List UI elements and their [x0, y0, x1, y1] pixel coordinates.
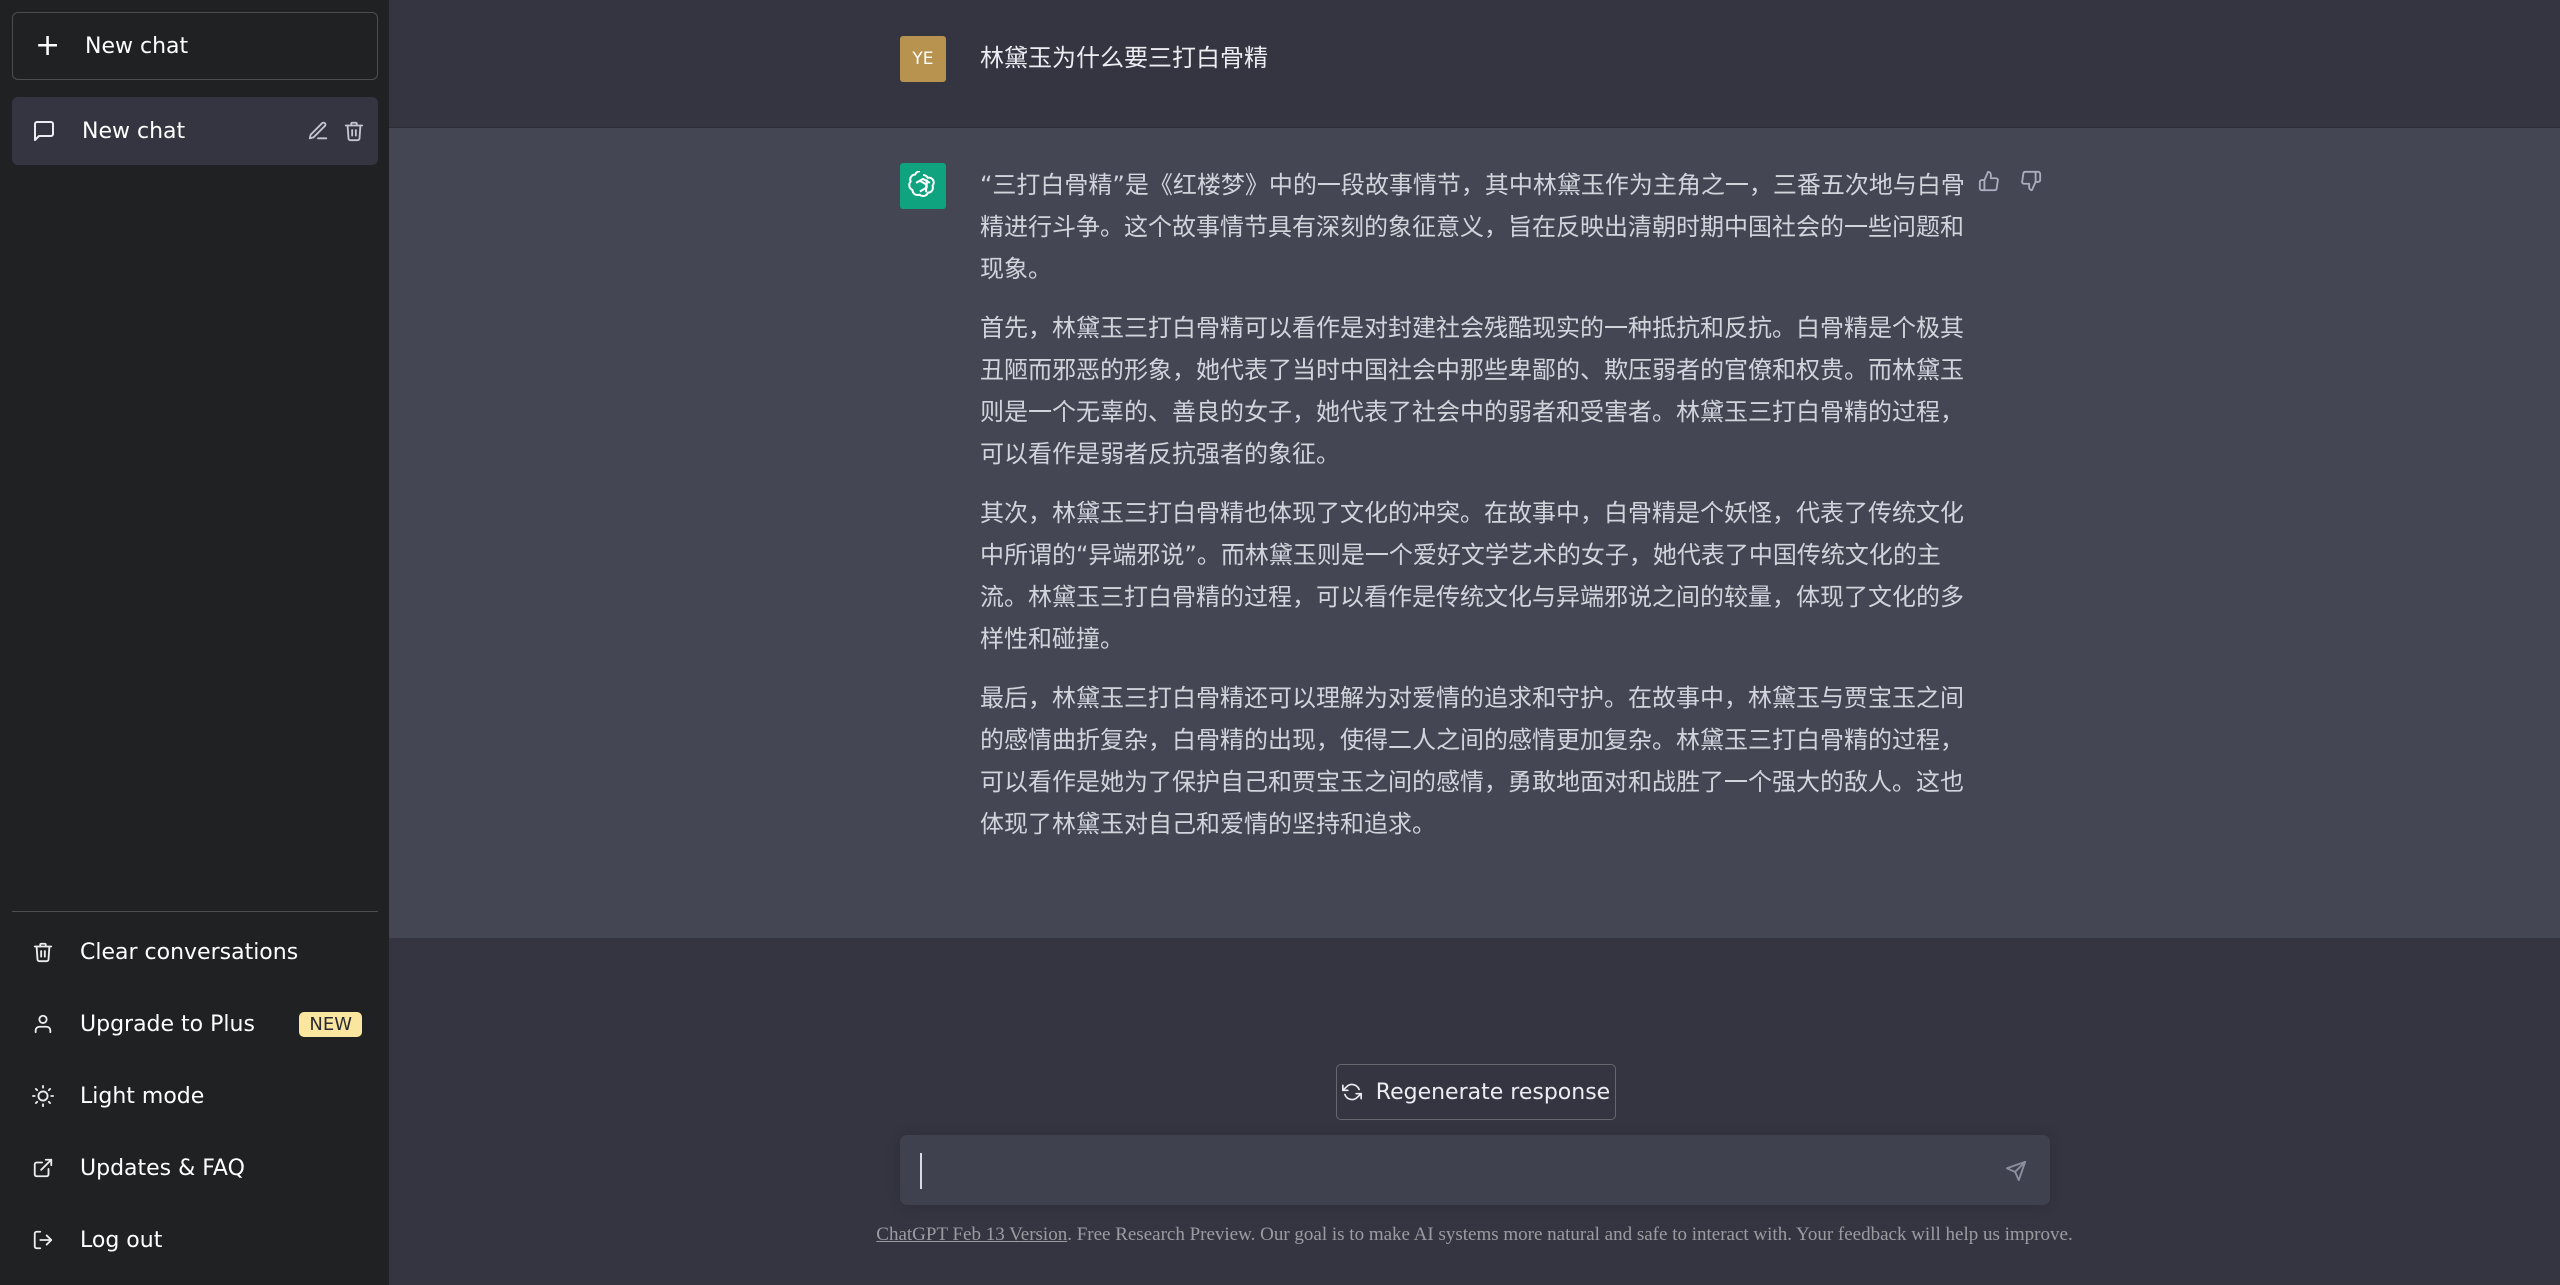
- logout-icon: [30, 1227, 56, 1253]
- version-link[interactable]: ChatGPT Feb 13 Version: [876, 1224, 1067, 1245]
- regenerate-response-button[interactable]: Regenerate response: [1336, 1064, 1616, 1120]
- sidebar-menu: Clear conversations Upgrade to Plus NEW …: [12, 916, 378, 1276]
- sidebar-divider: [12, 911, 378, 912]
- edit-icon[interactable]: [306, 119, 330, 143]
- sun-icon: [30, 1083, 56, 1109]
- regenerate-label: Regenerate response: [1375, 1079, 1611, 1105]
- refresh-icon: [1341, 1081, 1364, 1103]
- assistant-paragraph: 其次，林黛玉三打白骨精也体现了文化的冲突。在故事中，白骨精是个妖怪，代表了传统文…: [980, 499, 1964, 653]
- chat-title: New chat: [82, 118, 186, 144]
- plus-icon: +: [35, 28, 61, 63]
- light-mode-label: Light mode: [80, 1083, 205, 1109]
- light-mode-button[interactable]: Light mode: [12, 1060, 378, 1132]
- upgrade-to-plus-button[interactable]: Upgrade to Plus NEW: [12, 988, 378, 1060]
- assistant-paragraph: 首先，林黛玉三打白骨精可以看作是对封建社会残酷现实的一种抵抗和反抗。白骨精是个极…: [980, 314, 1964, 468]
- delete-icon[interactable]: [342, 119, 366, 143]
- sidebar: + New chat New chat Clear conversations …: [0, 0, 389, 1285]
- trash-icon: [30, 939, 56, 965]
- user-message-row: YE 林黛玉为什么要三打白骨精: [389, 0, 2560, 128]
- upgrade-label: Upgrade to Plus: [80, 1011, 255, 1037]
- conversation-area: YE 林黛玉为什么要三打白骨精 “三打白骨精”是《红楼梦》中的一段故事情节，其中…: [389, 0, 2560, 1285]
- user-icon: [30, 1011, 56, 1037]
- external-link-icon: [30, 1155, 56, 1181]
- updates-faq-label: Updates & FAQ: [80, 1155, 245, 1181]
- chatgpt-app: + New chat New chat Clear conversations …: [0, 0, 2560, 1285]
- assistant-paragraph: 最后，林黛玉三打白骨精还可以理解为对爱情的追求和守护。在故事中，林黛玉与贾宝玉之…: [980, 684, 1964, 838]
- clear-conversations-button[interactable]: Clear conversations: [12, 916, 378, 988]
- user-message: 林黛玉为什么要三打白骨精: [980, 44, 1268, 72]
- thumbs-up-icon[interactable]: [1976, 168, 2002, 194]
- feedback-buttons: [1976, 168, 2044, 194]
- updates-faq-link[interactable]: Updates & FAQ: [12, 1132, 378, 1204]
- send-icon[interactable]: [2002, 1157, 2030, 1185]
- clear-conversations-label: Clear conversations: [80, 939, 299, 965]
- log-out-label: Log out: [80, 1227, 163, 1253]
- sidebar-chat-item[interactable]: New chat: [12, 97, 378, 165]
- log-out-button[interactable]: Log out: [12, 1204, 378, 1276]
- chat-actions: [306, 119, 366, 143]
- message-icon: [32, 118, 58, 144]
- new-chat-label: New chat: [85, 33, 189, 59]
- assistant-paragraph: “三打白骨精”是《红楼梦》中的一段故事情节，其中林黛玉作为主角之一，三番五次地与…: [980, 171, 1965, 283]
- thumbs-down-icon[interactable]: [2018, 168, 2044, 194]
- footer-text: . Free Research Preview. Our goal is to …: [1067, 1224, 2073, 1245]
- new-chat-button[interactable]: + New chat: [12, 12, 378, 80]
- assistant-message: “三打白骨精”是《红楼梦》中的一段故事情节，其中林黛玉作为主角之一，三番五次地与…: [980, 164, 1965, 862]
- assistant-message-row: “三打白骨精”是《红楼梦》中的一段故事情节，其中林黛玉作为主角之一，三番五次地与…: [389, 128, 2560, 938]
- openai-logo-icon: [900, 163, 946, 209]
- footer-disclaimer: ChatGPT Feb 13 Version. Free Research Pr…: [389, 1224, 2560, 1246]
- new-badge: NEW: [299, 1012, 362, 1037]
- user-avatar: YE: [900, 36, 946, 82]
- message-input[interactable]: [920, 1153, 1978, 1189]
- message-composer: [900, 1135, 2050, 1205]
